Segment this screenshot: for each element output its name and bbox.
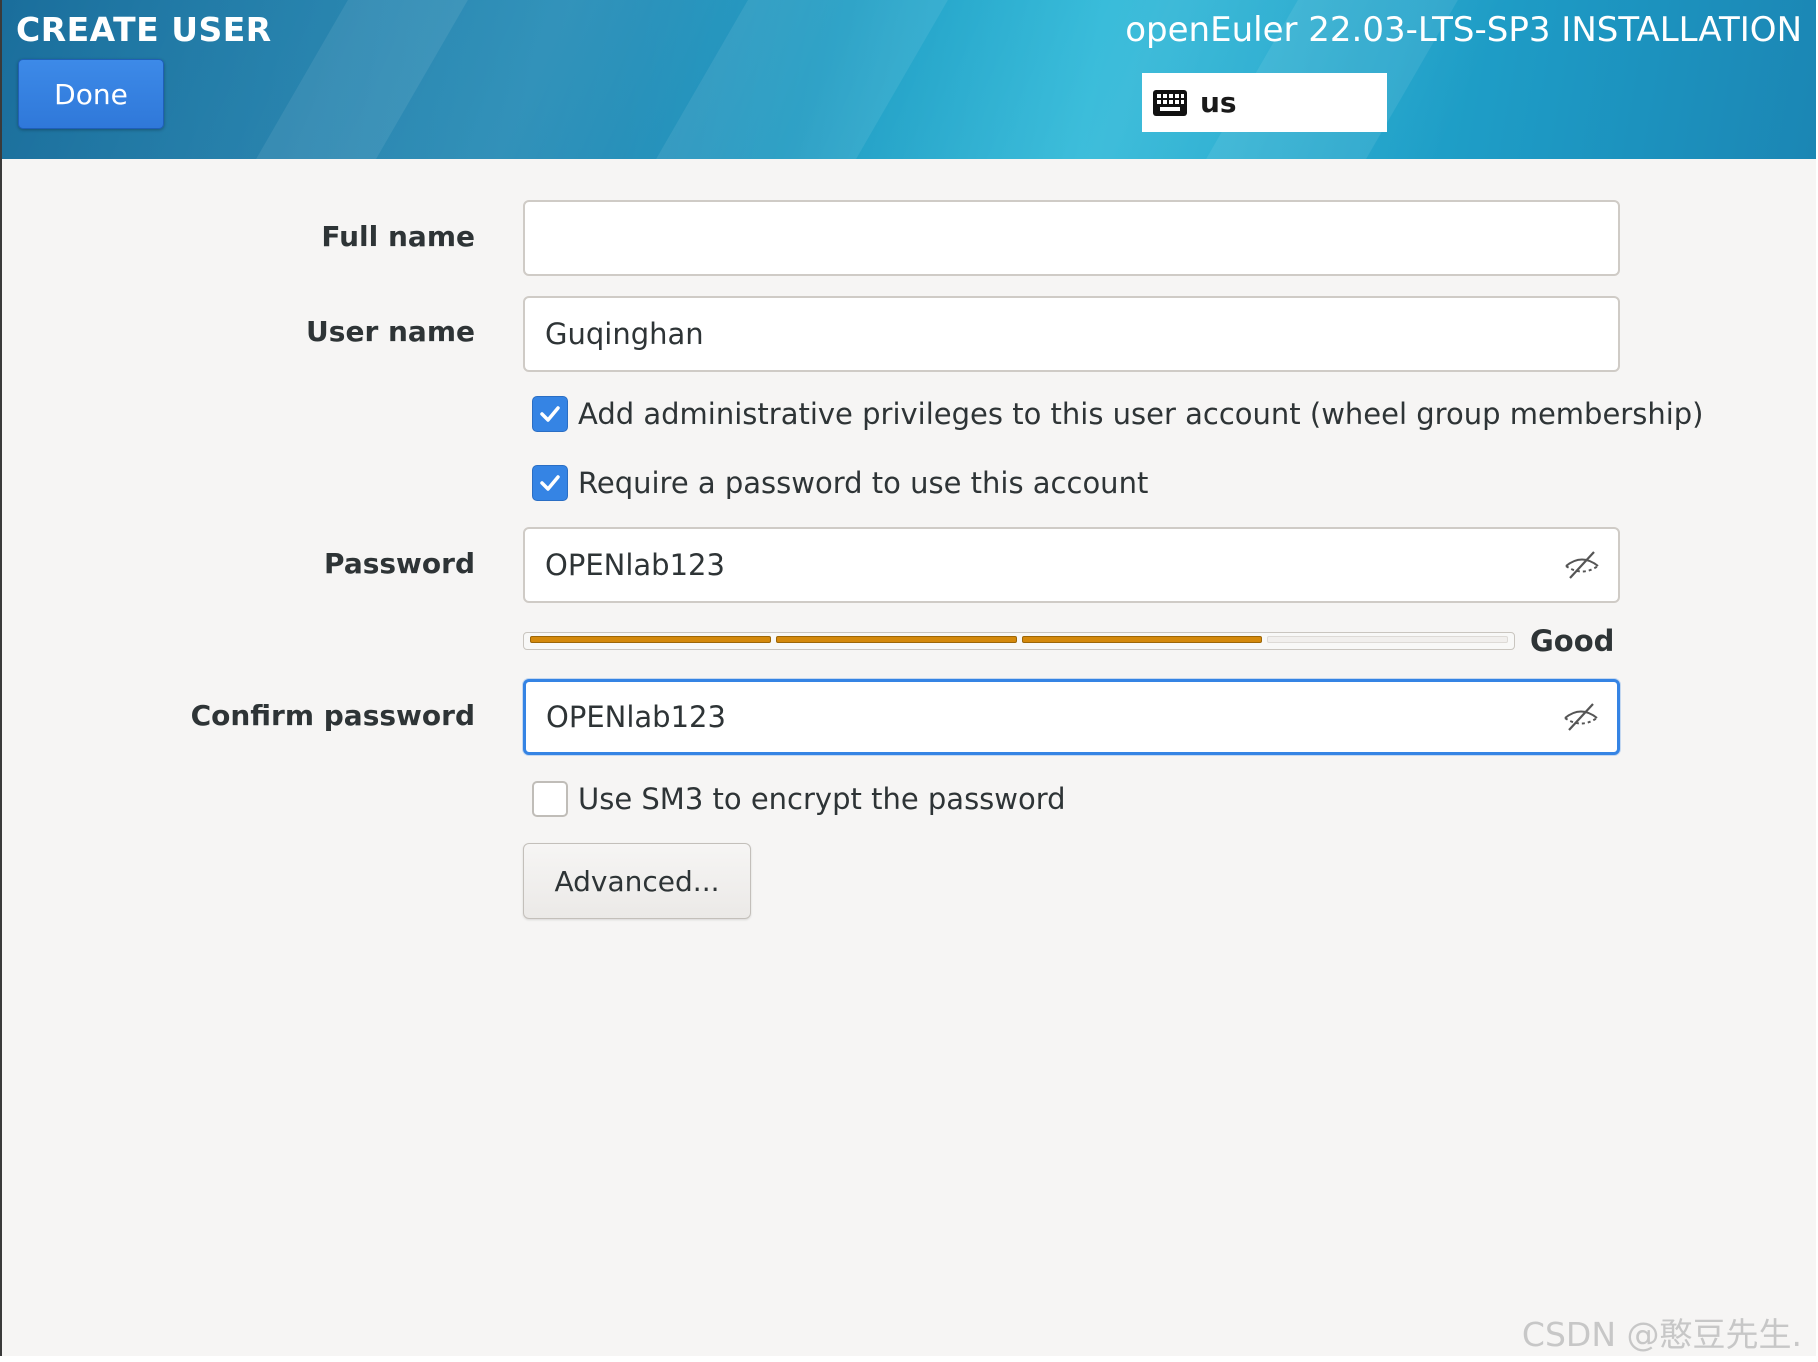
user-name-field[interactable]: Guqinghan <box>523 296 1620 372</box>
header-decoration <box>656 0 948 159</box>
strength-segment <box>1267 636 1508 643</box>
require-password-option[interactable]: Require a password to use this account <box>532 465 1148 501</box>
user-name-label: User name <box>306 315 475 348</box>
product-title: openEuler 22.03-LTS-SP3 INSTALLATION <box>1125 10 1802 50</box>
checkmark-icon <box>540 475 560 491</box>
header-decoration <box>256 0 468 159</box>
password-value: OPENlab123 <box>545 548 725 582</box>
keyboard-layout-indicator[interactable]: us <box>1142 73 1387 132</box>
eye-slash-icon[interactable] <box>1562 549 1602 581</box>
confirm-password-value: OPENlab123 <box>546 700 726 734</box>
admin-privileges-label: Add administrative privileges to this us… <box>578 397 1704 431</box>
password-strength-label: Good <box>1530 624 1615 658</box>
advanced-button[interactable]: Advanced... <box>523 843 751 919</box>
strength-segment <box>1021 636 1263 643</box>
confirm-password-label: Confirm password <box>190 699 475 732</box>
password-strength-bar <box>523 632 1515 650</box>
sm3-checkbox[interactable] <box>532 781 568 817</box>
full-name-field[interactable] <box>523 200 1620 276</box>
sm3-option[interactable]: Use SM3 to encrypt the password <box>532 781 1066 817</box>
admin-privileges-option[interactable]: Add administrative privileges to this us… <box>532 396 1703 432</box>
full-name-label: Full name <box>321 220 475 253</box>
admin-privileges-checkbox[interactable] <box>532 396 568 432</box>
password-field[interactable]: OPENlab123 <box>523 527 1620 603</box>
eye-slash-icon[interactable] <box>1561 701 1601 733</box>
installer-window: CREATE USER Done openEuler 22.03-LTS-SP3… <box>0 0 1816 1356</box>
header-bar: CREATE USER Done openEuler 22.03-LTS-SP3… <box>2 0 1816 159</box>
sm3-label: Use SM3 to encrypt the password <box>578 782 1066 816</box>
user-name-value: Guqinghan <box>545 317 704 351</box>
keyboard-layout-label: us <box>1200 86 1237 119</box>
confirm-password-field[interactable]: OPENlab123 <box>523 679 1620 755</box>
password-label: Password <box>324 547 475 580</box>
page-title: CREATE USER <box>16 10 272 49</box>
strength-segment <box>775 636 1017 643</box>
strength-segment <box>530 636 771 643</box>
require-password-checkbox[interactable] <box>532 465 568 501</box>
checkmark-icon <box>540 406 560 422</box>
keyboard-icon <box>1152 88 1188 118</box>
require-password-label: Require a password to use this account <box>578 466 1149 500</box>
watermark: CSDN @憨豆先生. <box>1521 1315 1802 1354</box>
done-button[interactable]: Done <box>18 59 164 129</box>
